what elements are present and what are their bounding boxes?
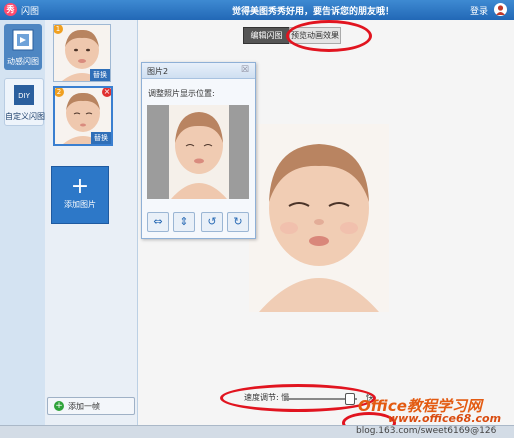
- add-frame-button[interactable]: + 添加一帧: [47, 397, 135, 415]
- tab-edit-gif[interactable]: 编辑闪图: [243, 27, 290, 44]
- watermark-url: www.office68.com: [388, 412, 502, 425]
- replace-button[interactable]: 替换: [91, 132, 111, 144]
- mode-label: 自定义闪图: [5, 112, 45, 121]
- mode-sidebar: 动感闪图 DIY 自定义闪图: [0, 20, 46, 425]
- rotate-right-icon[interactable]: ↻: [227, 212, 249, 232]
- app-title: 闪图: [21, 7, 40, 17]
- replace-button[interactable]: 替换: [90, 69, 110, 81]
- dynamic-gif-icon: [12, 29, 34, 51]
- dialog-title: 图片2: [147, 67, 169, 76]
- user-avatar-icon[interactable]: [494, 3, 507, 16]
- flip-horizontal-icon[interactable]: ⇔: [147, 212, 169, 232]
- flip-vertical-icon[interactable]: ⇕: [173, 212, 195, 232]
- crop-area[interactable]: [147, 105, 249, 199]
- add-frame-label: 添加一帧: [68, 402, 100, 411]
- mode-label: 动感闪图: [7, 57, 39, 66]
- login-link[interactable]: 登录: [470, 4, 488, 17]
- preview-image: [249, 124, 389, 312]
- add-picture-label: 添加图片: [64, 200, 96, 209]
- promo-text: 觉得美图秀秀好用，要告诉您的朋友哦！: [232, 7, 395, 17]
- rotate-left-icon[interactable]: ↺: [201, 212, 223, 232]
- baby-photo-crop: [169, 105, 229, 199]
- frame-index-badge: 2: [55, 88, 64, 97]
- diy-icon: DIY: [14, 85, 34, 105]
- highlight-circle: [286, 20, 372, 52]
- baby-photo-large: [249, 124, 389, 312]
- dialog-header: 图片2 ☒: [142, 63, 255, 79]
- frame-thumbnail[interactable]: 1 替换: [53, 24, 111, 82]
- frame-index-badge: 1: [54, 25, 63, 34]
- crop-window[interactable]: [169, 105, 229, 199]
- title-bar: 秀 闪图 觉得美图秀秀好用，要告诉您的朋友哦！ 登录: [0, 0, 514, 20]
- add-circle-icon: +: [54, 401, 64, 411]
- frame-list: 1 替换 2 × 替换 + 添加图片: [45, 20, 138, 425]
- dialog-hint: 调整照片显示位置:: [148, 89, 215, 98]
- frame-thumbnail[interactable]: 2 × 替换: [53, 86, 113, 146]
- plus-icon: +: [70, 174, 90, 199]
- close-icon[interactable]: ☒: [241, 65, 249, 75]
- svg-text:DIY: DIY: [18, 92, 30, 100]
- delete-frame-icon[interactable]: ×: [102, 88, 111, 97]
- image-position-dialog: 图片2 ☒ 调整照片显示位置: ⇔ ⇕ ↺ ↻: [141, 62, 256, 239]
- mode-dynamic-gif[interactable]: 动感闪图: [4, 24, 42, 70]
- watermark-blog: blog.163.com/sweet6169@126: [356, 426, 497, 436]
- mode-custom-gif[interactable]: DIY 自定义闪图: [4, 78, 45, 126]
- add-picture-button[interactable]: + 添加图片: [51, 166, 109, 224]
- highlight-circle: [220, 384, 376, 412]
- app-logo-icon: 秀: [4, 3, 17, 16]
